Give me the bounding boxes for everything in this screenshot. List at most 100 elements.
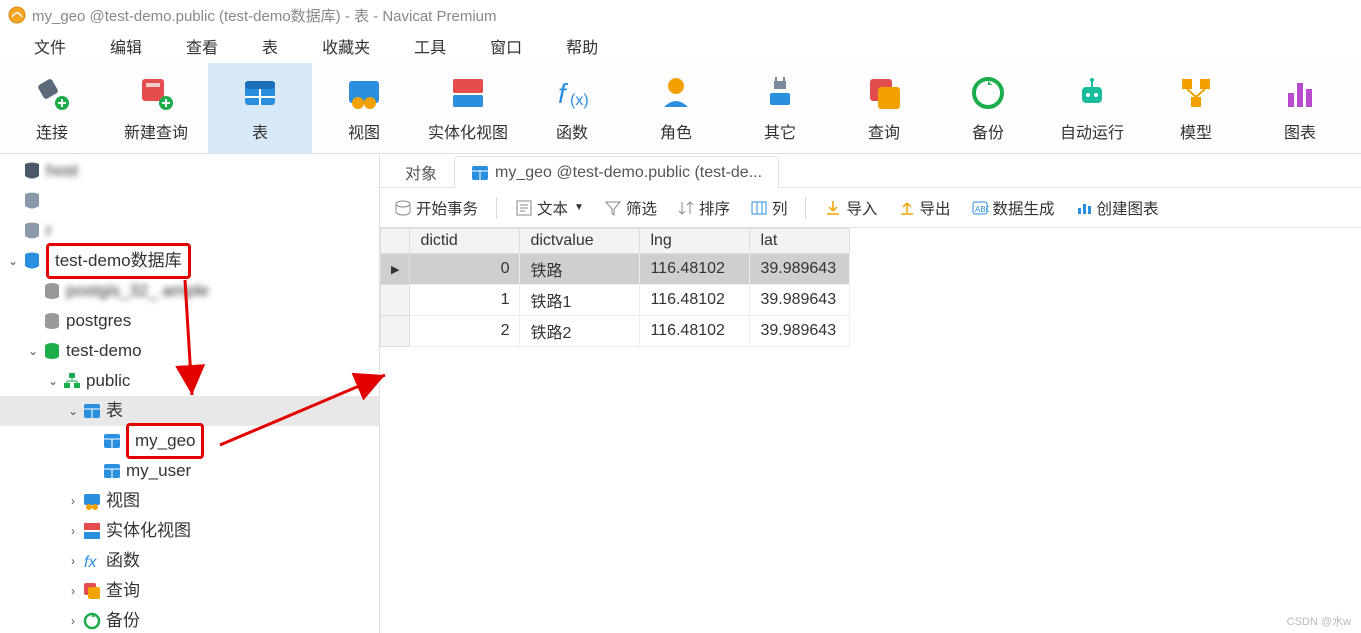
export-button[interactable]: 导出 — [892, 195, 957, 221]
tree-item[interactable]: my_geo — [0, 426, 379, 456]
tree-label: 查询 — [106, 576, 140, 606]
chevron-right-icon[interactable]: › — [64, 486, 82, 516]
chevron-down-icon[interactable]: ⌄ — [44, 366, 62, 396]
cell[interactable]: 39.989643 — [750, 285, 850, 316]
menu-help[interactable]: 帮助 — [544, 30, 620, 62]
chevron-right-icon[interactable]: › — [64, 516, 82, 546]
other-icon — [760, 73, 800, 113]
tab-objects[interactable]: 对象 — [388, 155, 454, 187]
datagen-button[interactable]: ABC数据生成 — [965, 195, 1061, 221]
menu-file[interactable]: 文件 — [12, 30, 88, 62]
cell[interactable]: 116.48102 — [640, 254, 750, 285]
tree-item[interactable]: › 查询 — [0, 576, 379, 606]
tab-my-geo[interactable]: my_geo @test-demo.public (test-de... — [454, 156, 779, 188]
tree-item[interactable]: postgis_32_ ample — [0, 276, 379, 306]
toolbar-label: 角色 — [660, 119, 692, 143]
cell[interactable]: 2 — [410, 316, 520, 347]
cell[interactable]: 1 — [410, 285, 520, 316]
data-grid[interactable]: dictid dictvalue lng lat ▶0铁路116.4810239… — [380, 228, 1361, 347]
tree-item[interactable]: ›实体化视图 — [0, 516, 379, 546]
cell[interactable]: 铁路2 — [520, 316, 640, 347]
toolbar-newquery[interactable]: 新建查询 — [104, 63, 208, 153]
schema-icon — [62, 371, 82, 391]
backup-icon — [968, 73, 1008, 113]
toolbar-label: 备份 — [972, 119, 1004, 143]
chevron-right-icon[interactable]: › — [64, 606, 82, 633]
toolbar-model[interactable]: 模型 — [1144, 63, 1248, 153]
cell[interactable]: 39.989643 — [750, 254, 850, 285]
tree-item[interactable]: r — [0, 216, 379, 246]
tree-item[interactable]: ›fx函数 — [0, 546, 379, 576]
cell[interactable]: 铁路 — [520, 254, 640, 285]
tree-label: 函数 — [106, 546, 140, 576]
import-icon — [824, 199, 842, 217]
columns-button[interactable]: 列 — [744, 195, 794, 221]
connection-tree[interactable]: host r ⌄test-demo数据库postgis_32_ amplepost… — [0, 154, 380, 633]
createchart-button[interactable]: 创建图表 — [1069, 195, 1165, 221]
svg-text:f: f — [558, 78, 569, 109]
tree-item[interactable]: ⌄test-demo — [0, 336, 379, 366]
tree-item[interactable]: postgres — [0, 306, 379, 336]
table-row[interactable]: ▶0铁路116.4810239.989643 — [381, 254, 850, 285]
menu-view[interactable]: 查看 — [164, 30, 240, 62]
table-row[interactable]: 1铁路1116.4810239.989643 — [381, 285, 850, 316]
tree-item[interactable]: › 视图 — [0, 486, 379, 516]
chevron-right-icon[interactable]: › — [64, 576, 82, 606]
chevron-right-icon[interactable]: › — [64, 546, 82, 576]
newquery-icon — [136, 73, 176, 113]
chart-icon — [1280, 73, 1320, 113]
tree-item[interactable]: ⌄public — [0, 366, 379, 396]
toolbar-other[interactable]: 其它 — [728, 63, 832, 153]
tree-item[interactable]: my_user — [0, 456, 379, 486]
column-header[interactable]: lng — [640, 229, 750, 254]
toolbar-label: 自动运行 — [1060, 119, 1124, 143]
import-button[interactable]: 导入 — [818, 195, 883, 221]
tree-item[interactable]: ›备份 — [0, 606, 379, 633]
pg-gray-icon — [22, 221, 42, 241]
tree-label: 视图 — [106, 486, 140, 516]
toolbar-label: 实体化视图 — [428, 119, 508, 143]
toolbar-query[interactable]: 查询 — [832, 63, 936, 153]
menu-favorites[interactable]: 收藏夹 — [300, 30, 392, 62]
table-row[interactable]: 2铁路2116.4810239.989643 — [381, 316, 850, 347]
table-toolbar: 开始事务 文本▼ 筛选 排序 列 导入 导出 ABC数据生成 创建图表 — [380, 188, 1361, 228]
chevron-down-icon[interactable]: ⌄ — [24, 336, 42, 366]
column-header[interactable]: dictid — [410, 229, 520, 254]
toolbar-backup[interactable]: 备份 — [936, 63, 1040, 153]
toolbar-autorun[interactable]: 自动运行 — [1040, 63, 1144, 153]
menu-table[interactable]: 表 — [240, 30, 300, 62]
begin-transaction-button[interactable]: 开始事务 — [388, 195, 484, 221]
cell[interactable]: 116.48102 — [640, 285, 750, 316]
tree-item[interactable] — [0, 186, 379, 216]
cell[interactable]: 铁路1 — [520, 285, 640, 316]
toolbar-connect[interactable]: 连接 — [0, 63, 104, 153]
cell[interactable]: 39.989643 — [750, 316, 850, 347]
titlebar: my_geo @test-demo.public (test-demo数据库) … — [0, 0, 1361, 30]
chevron-down-icon[interactable]: ⌄ — [4, 246, 22, 276]
menu-tools[interactable]: 工具 — [392, 30, 468, 62]
toolbar-function[interactable]: f(x) 函数 — [520, 63, 624, 153]
menu-edit[interactable]: 编辑 — [88, 30, 164, 62]
column-header[interactable]: dictvalue — [520, 229, 640, 254]
menu-window[interactable]: 窗口 — [468, 30, 544, 62]
tree-item[interactable]: ⌄test-demo数据库 — [0, 246, 379, 276]
text-button[interactable]: 文本▼ — [509, 195, 590, 221]
matview-icon — [82, 521, 102, 541]
cell[interactable]: 116.48102 — [640, 316, 750, 347]
toolbar-matview[interactable]: 实体化视图 — [416, 63, 520, 153]
column-header[interactable]: lat — [750, 229, 850, 254]
toolbar-table[interactable]: 表 — [208, 63, 312, 153]
content-panel: 对象 my_geo @test-demo.public (test-de... … — [380, 154, 1361, 633]
sort-button[interactable]: 排序 — [671, 195, 736, 221]
cell[interactable]: 0 — [410, 254, 520, 285]
table-icon — [102, 431, 122, 451]
tree-item[interactable]: ⌄表 — [0, 396, 379, 426]
toolbar-role[interactable]: 角色 — [624, 63, 728, 153]
toolbar-chart[interactable]: 图表 — [1248, 63, 1352, 153]
toolbar-label: 表 — [252, 119, 268, 143]
toolbar-view[interactable]: 视图 — [312, 63, 416, 153]
tree-label: my_geo — [135, 431, 195, 450]
filter-button[interactable]: 筛选 — [598, 195, 663, 221]
chevron-down-icon[interactable]: ⌄ — [64, 396, 82, 426]
tree-item[interactable]: host — [0, 156, 379, 186]
